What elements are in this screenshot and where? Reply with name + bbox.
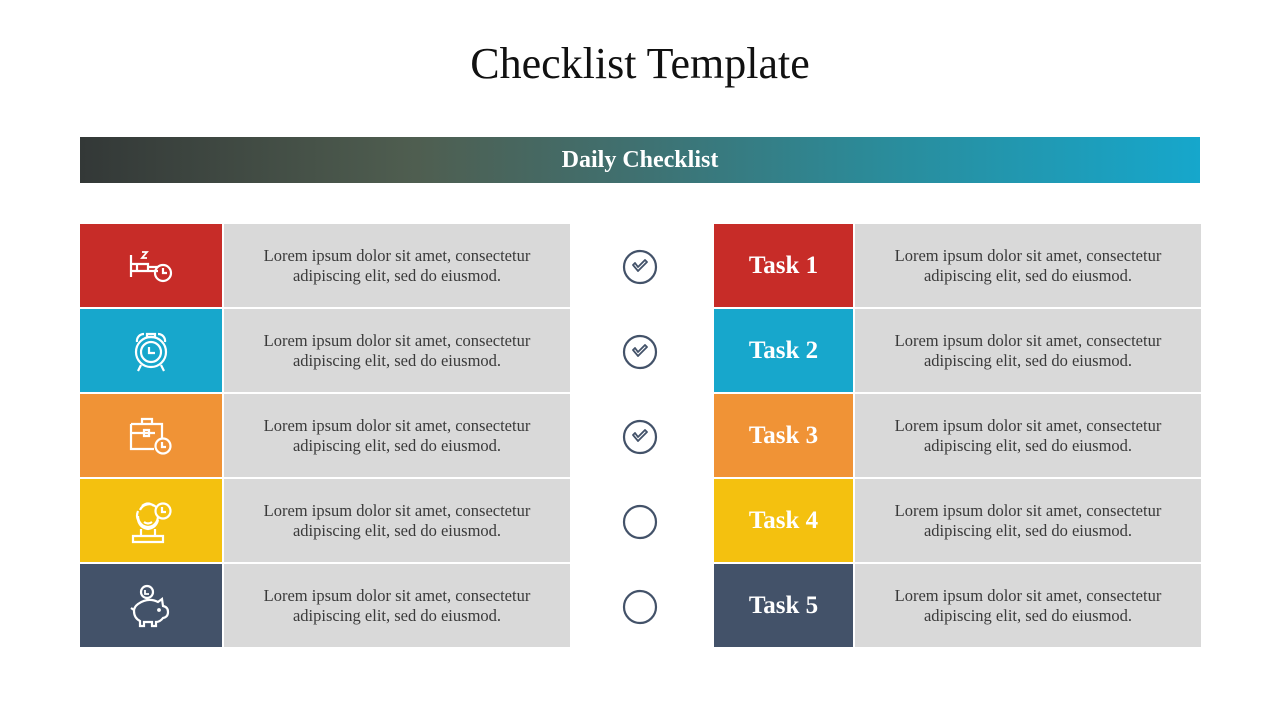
banner-label: Daily Checklist xyxy=(561,146,719,173)
table-row: Lorem ipsum dolor sit amet, consectetur … xyxy=(80,224,570,307)
table-row: Task 4 Lorem ipsum dolor sit amet, conse… xyxy=(714,479,1201,562)
row-text: Lorem ipsum dolor sit amet, consectetur … xyxy=(855,564,1201,647)
row-text: Lorem ipsum dolor sit amet, consectetur … xyxy=(855,394,1201,477)
table-row: Lorem ipsum dolor sit amet, consectetur … xyxy=(80,479,570,562)
table-row: Lorem ipsum dolor sit amet, consectetur … xyxy=(80,394,570,477)
row-text: Lorem ipsum dolor sit amet, consectetur … xyxy=(224,479,570,562)
briefcase-clock-icon xyxy=(128,416,174,456)
task-label-cell: Task 2 xyxy=(714,309,853,392)
piggy-bank-icon xyxy=(128,584,174,628)
checked-circle-icon xyxy=(622,419,658,454)
row-text: Lorem ipsum dolor sit amet, consectetur … xyxy=(224,564,570,647)
row-text: Lorem ipsum dolor sit amet, consectetur … xyxy=(224,394,570,477)
task-label: Task 4 xyxy=(748,506,819,534)
row-text: Lorem ipsum dolor sit amet, consectetur … xyxy=(224,309,570,392)
table-row: Task 3 Lorem ipsum dolor sit amet, conse… xyxy=(714,394,1201,477)
icon-cell-red xyxy=(80,224,222,307)
table-row: Task 5 Lorem ipsum dolor sit amet, conse… xyxy=(714,564,1201,647)
row-text: Lorem ipsum dolor sit amet, consectetur … xyxy=(224,224,570,307)
table-row: Lorem ipsum dolor sit amet, consectetur … xyxy=(80,309,570,392)
empty-circle-icon xyxy=(622,589,658,624)
table-row: Task 2 Lorem ipsum dolor sit amet, conse… xyxy=(714,309,1201,392)
task-label-cell: Task 1 xyxy=(714,224,853,307)
left-checklist-table: Lorem ipsum dolor sit amet, consectetur … xyxy=(80,224,570,649)
daily-checklist-banner: Daily Checklist xyxy=(80,137,1200,183)
sleep-bed-clock-icon xyxy=(128,249,174,283)
task-checkbox-5[interactable] xyxy=(622,564,658,649)
empty-circle-icon xyxy=(622,504,658,539)
task-label-cell: Task 3 xyxy=(714,394,853,477)
checkbox-column xyxy=(622,224,658,649)
task-label: Task 1 xyxy=(748,251,819,279)
checked-circle-icon xyxy=(622,249,658,284)
task-checkbox-2[interactable] xyxy=(622,309,658,394)
alarm-clock-icon xyxy=(131,328,171,374)
row-text: Lorem ipsum dolor sit amet, consectetur … xyxy=(855,224,1201,307)
task-checkbox-3[interactable] xyxy=(622,394,658,479)
table-row: Lorem ipsum dolor sit amet, consectetur … xyxy=(80,564,570,647)
task-label-cell: Task 4 xyxy=(714,479,853,562)
page-title: Checklist Template xyxy=(470,39,810,88)
right-task-table: Task 1 Lorem ipsum dolor sit amet, conse… xyxy=(714,224,1201,649)
task-label-cell: Task 5 xyxy=(714,564,853,647)
icon-cell-navy xyxy=(80,564,222,647)
task-label: Task 3 xyxy=(748,421,819,449)
task-label: Task 5 xyxy=(748,591,819,619)
icon-cell-orange xyxy=(80,394,222,477)
person-clock-icon xyxy=(128,498,174,544)
row-text: Lorem ipsum dolor sit amet, consectetur … xyxy=(855,309,1201,392)
task-checkbox-1[interactable] xyxy=(622,224,658,309)
task-label: Task 2 xyxy=(748,336,819,364)
icon-cell-blue xyxy=(80,309,222,392)
task-checkbox-4[interactable] xyxy=(622,479,658,564)
icon-cell-yellow xyxy=(80,479,222,562)
checked-circle-icon xyxy=(622,334,658,369)
table-row: Task 1 Lorem ipsum dolor sit amet, conse… xyxy=(714,224,1201,307)
row-text: Lorem ipsum dolor sit amet, consectetur … xyxy=(855,479,1201,562)
